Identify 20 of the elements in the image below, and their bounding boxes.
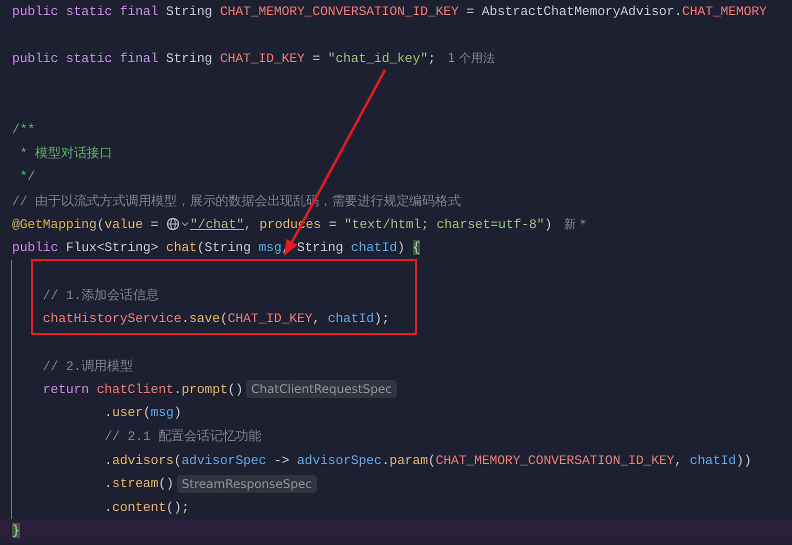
code-line: // 2.调用模型 — [42, 358, 133, 375]
type-hint: StreamResponseSpec — [176, 474, 318, 493]
code-line: * 模型对话接口 — [18, 145, 113, 162]
code-line: public static final String CHAT_ID_KEY = "chat_id_key"; — [12, 51, 436, 66]
code-line: */ — [18, 169, 36, 184]
code-line: chatHistoryService.save(CHAT_ID_KEY, chatId); — [42, 311, 390, 326]
code-line: .advisors(advisorSpec -> advisorSpec.param(CHAT_MEMORY_CONVERSATION_ID_KEY, chatId)) — [103, 452, 752, 468]
code-line: // 1.添加会话信息 — [42, 286, 159, 304]
globe-dropdown-icon[interactable] — [166, 217, 190, 232]
code-line: // 2.1 配置会话记忆功能 — [103, 428, 262, 446]
code-line: return chatClient.prompt() — [42, 382, 244, 397]
type-hint: ChatClientRequestSpec — [246, 380, 397, 398]
code-line: .content(); — [103, 500, 190, 515]
code-line: @GetMapping(value = — [12, 216, 160, 232]
code-line: .stream() — [103, 476, 174, 492]
inlay-hint[interactable]: 新 * — [564, 216, 586, 233]
code-line: /** — [12, 122, 36, 138]
code-line: public static final String CHAT_MEMORY_CONVERSATION_ID_KEY = AbstractChatMemoryAdvisor.CHAT_MEMORY — [12, 4, 767, 20]
inlay-hint[interactable]: 1 个用法 — [448, 50, 496, 68]
code-line: .user(msg) — [103, 405, 182, 420]
